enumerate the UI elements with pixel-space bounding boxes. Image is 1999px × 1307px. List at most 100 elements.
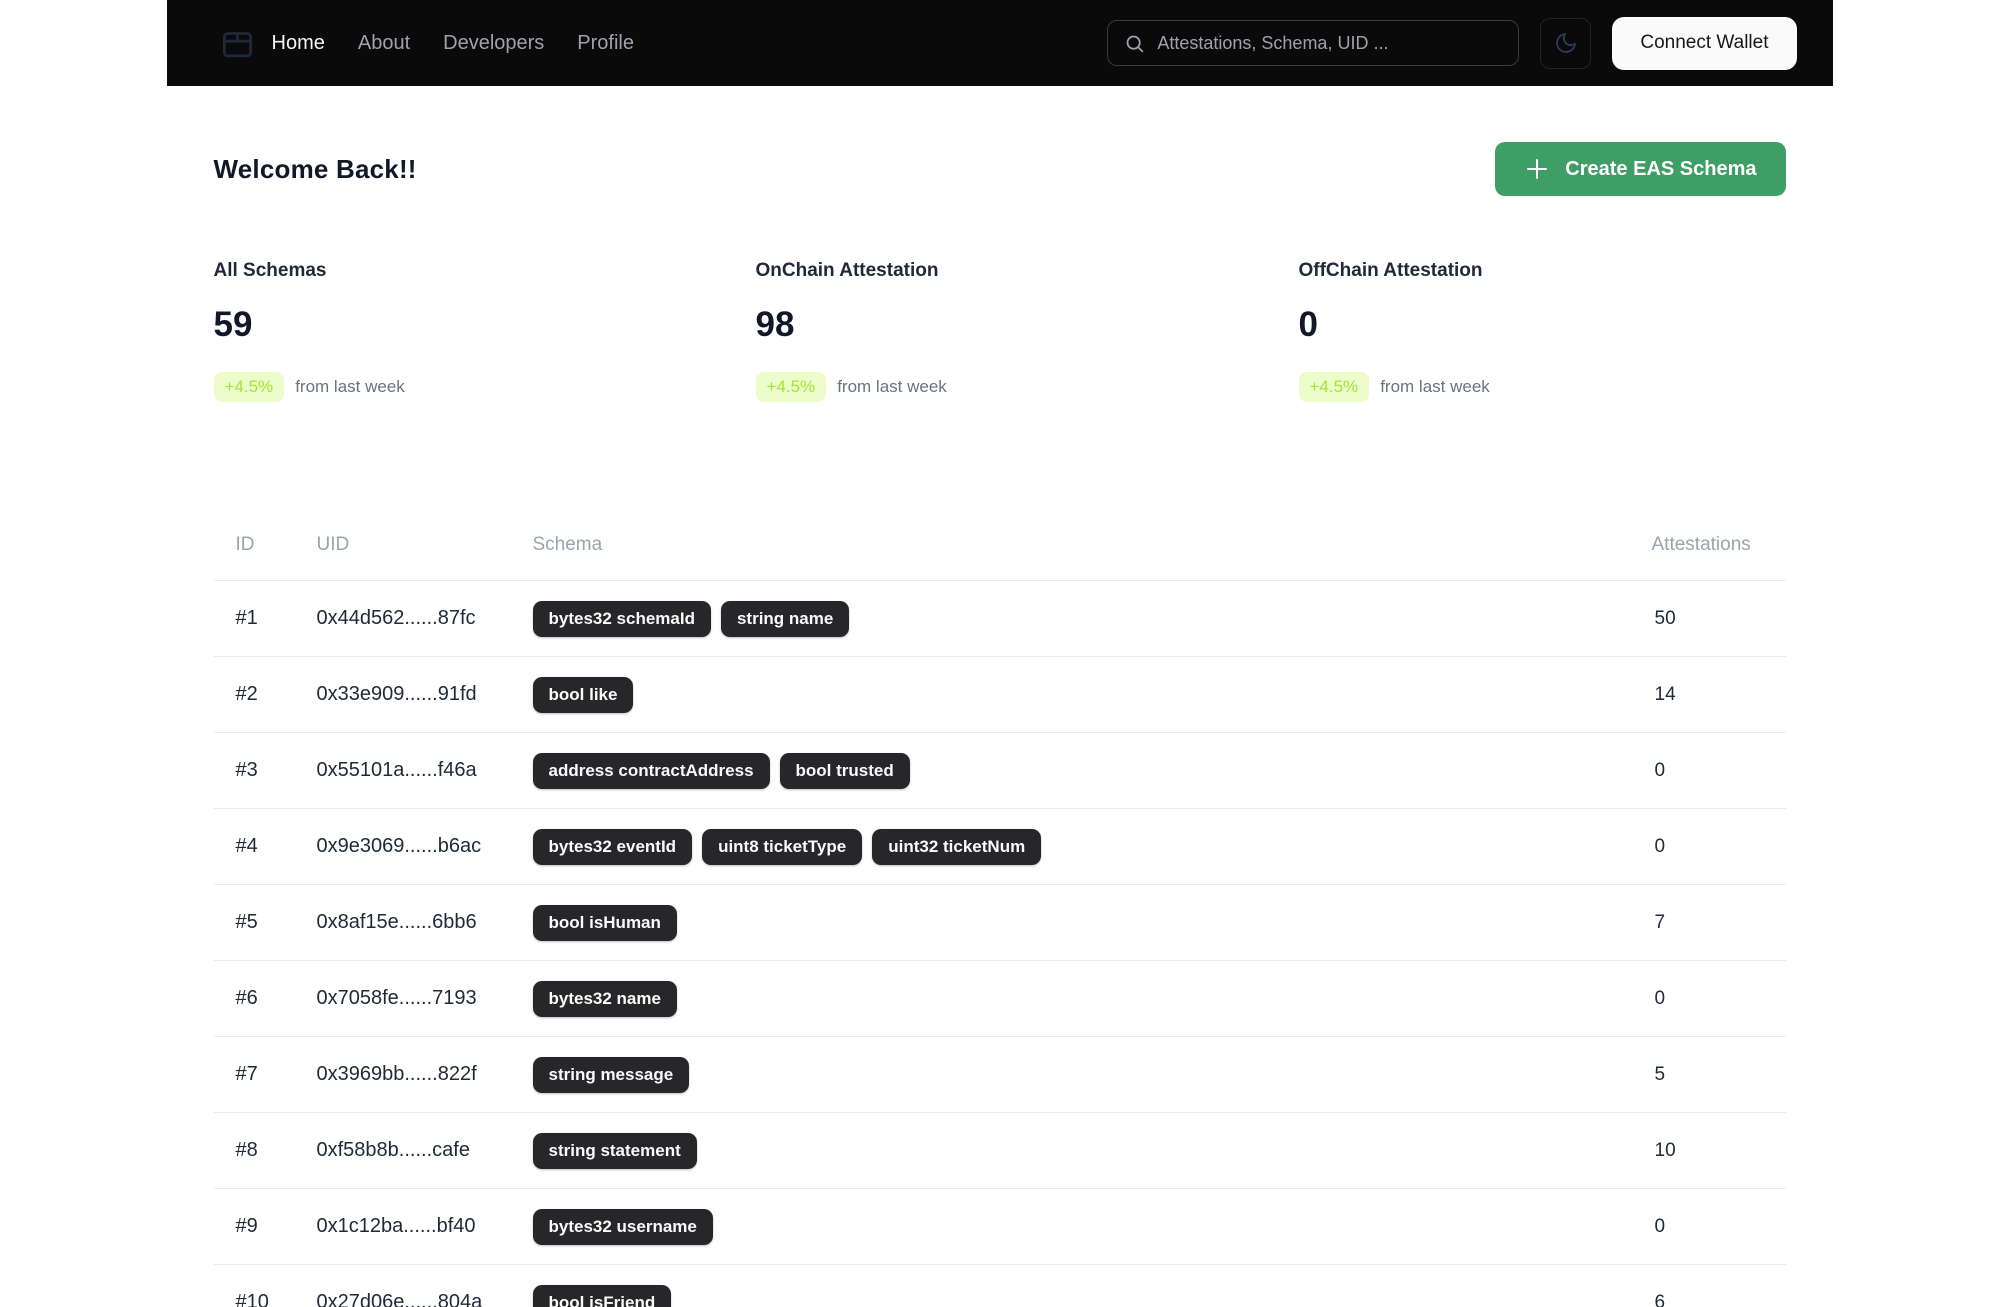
- row-id: #5: [235, 911, 258, 933]
- table-body: #1 0x44d562......87fc bytes32 schemaId stri…: [213, 581, 1786, 1307]
- row-uid: 0x33e909......91fd: [316, 683, 477, 705]
- row-attestations: 0: [1654, 759, 1666, 781]
- moon-icon: [1554, 31, 1578, 55]
- stat-change-badge: +4.5%: [755, 372, 827, 402]
- schema-pill: bytes32 name: [532, 980, 677, 1017]
- row-schema: bytes32 eventId uint8 ticketType uint32 ti…: [532, 828, 1652, 865]
- row-attestations: 50: [1654, 607, 1676, 629]
- schema-pill: string statement: [532, 1132, 697, 1169]
- stat-value: 0: [1298, 305, 1318, 344]
- table-row[interactable]: #5 0x8af15e......6bb6 bool isHuman 7: [213, 885, 1786, 961]
- row-schema: bytes32 name: [532, 980, 1652, 1017]
- theme-toggle-button[interactable]: [1540, 17, 1592, 69]
- row-attestations: 5: [1654, 1063, 1666, 1085]
- table-row[interactable]: #3 0x55101a......f46a address contractAddr…: [213, 733, 1786, 809]
- table-row[interactable]: #7 0x3969bb......822f string message 5: [213, 1037, 1786, 1113]
- row-attestations: 0: [1654, 835, 1666, 857]
- stats-row: All Schemas 59 +4.5% from last week OnChain …: [213, 260, 1786, 402]
- table-row[interactable]: #9 0x1c12ba......bf40 bytes32 username 0: [213, 1189, 1786, 1265]
- stat-value: 98: [755, 305, 795, 344]
- row-attestations: 0: [1654, 1215, 1666, 1237]
- row-attestations: 0: [1654, 987, 1666, 1009]
- stat-card-2: OffChain Attestation 0 +4.5% from last week: [1298, 260, 1786, 402]
- row-schema: bytes32 username: [532, 1208, 1652, 1245]
- row-id: #8: [235, 1139, 258, 1161]
- schema-pill: bool like: [532, 676, 634, 713]
- row-attestations: 6: [1654, 1291, 1666, 1307]
- nav-link-home[interactable]: Home: [272, 32, 325, 55]
- schema-pill: string name: [720, 600, 850, 637]
- page-header: Welcome Back!! Create EAS Schema: [214, 142, 1786, 196]
- row-schema: bytes32 schemaId string name: [532, 600, 1652, 637]
- schema-pill: bytes32 eventId: [532, 828, 693, 865]
- row-schema: address contractAddress bool trusted: [532, 752, 1652, 789]
- row-uid: 0x44d562......87fc: [316, 607, 476, 629]
- nav-links: Home About Developers Profile: [272, 32, 635, 55]
- row-id: #3: [235, 759, 258, 781]
- schema-pill: bool isHuman: [532, 904, 677, 941]
- nav-link-profile[interactable]: Profile: [577, 32, 634, 55]
- search-box[interactable]: [1107, 20, 1520, 66]
- table-header: ID UID Schema Attestations: [213, 534, 1786, 581]
- row-schema: bool isHuman: [532, 904, 1652, 941]
- brand-logo[interactable]: [219, 25, 256, 62]
- column-header-schema: Schema: [532, 534, 603, 555]
- row-attestations: 10: [1654, 1139, 1676, 1161]
- row-uid: 0xf58b8b......cafe: [316, 1139, 470, 1161]
- stat-card-0: All Schemas 59 +4.5% from last week: [213, 260, 756, 402]
- schema-pill: string message: [532, 1056, 690, 1093]
- create-eas-schema-button[interactable]: Create EAS Schema: [1495, 142, 1786, 196]
- stat-label: OnChain Attestation: [755, 260, 939, 281]
- nav-right: Connect Wallet: [1107, 16, 1797, 70]
- stat-label: All Schemas: [213, 260, 327, 281]
- page-title: Welcome Back!!: [213, 153, 417, 184]
- navbar: Home About Developers Profile Connect Walle…: [166, 0, 1833, 86]
- nav-link-about[interactable]: About: [358, 32, 410, 55]
- row-schema: string statement: [532, 1132, 1652, 1169]
- search-input[interactable]: [1157, 32, 1503, 54]
- stat-card-1: OnChain Attestation 98 +4.5% from last week: [755, 260, 1299, 402]
- stat-footer: +4.5% from last week: [213, 372, 756, 402]
- stat-change-badge: +4.5%: [1298, 372, 1370, 402]
- table-row[interactable]: #8 0xf58b8b......cafe string statement 10: [213, 1113, 1786, 1189]
- row-uid: 0x9e3069......b6ac: [316, 835, 482, 857]
- row-uid: 0x55101a......f46a: [316, 759, 477, 781]
- row-id: #4: [235, 835, 258, 857]
- row-uid: 0x1c12ba......bf40: [316, 1215, 476, 1237]
- row-id: #10: [235, 1291, 269, 1307]
- column-header-id: ID: [235, 534, 255, 555]
- row-uid: 0x7058fe......7193: [316, 987, 477, 1009]
- row-id: #2: [235, 683, 258, 705]
- row-id: #9: [235, 1215, 258, 1237]
- plus-icon: [1524, 156, 1550, 182]
- schema-pill: uint32 ticketNum: [872, 828, 1042, 865]
- schema-pill: address contractAddress: [532, 752, 770, 789]
- row-uid: 0x8af15e......6bb6: [316, 911, 477, 933]
- stat-change-note: from last week: [837, 377, 947, 396]
- table-row[interactable]: #1 0x44d562......87fc bytes32 schemaId stri…: [213, 581, 1786, 657]
- row-schema: bool isFriend: [532, 1284, 1652, 1307]
- schema-pill: bool trusted: [779, 752, 910, 789]
- row-attestations: 7: [1654, 911, 1666, 933]
- nav-link-developers[interactable]: Developers: [443, 32, 544, 55]
- stat-label: OffChain Attestation: [1298, 260, 1483, 281]
- table-row[interactable]: #2 0x33e909......91fd bool like 14: [213, 657, 1786, 733]
- package-icon: [219, 25, 256, 62]
- row-id: #1: [235, 607, 258, 629]
- schema-pill: bytes32 schemaId: [532, 600, 711, 637]
- connect-wallet-button[interactable]: Connect Wallet: [1612, 16, 1797, 70]
- stat-footer: +4.5% from last week: [1298, 372, 1786, 402]
- schemas-table: ID UID Schema Attestations #1 0x44d562...…: [213, 534, 1786, 1307]
- create-eas-schema-label: Create EAS Schema: [1565, 157, 1757, 180]
- row-schema: bool like: [532, 676, 1652, 713]
- row-id: #7: [235, 1063, 258, 1085]
- stat-change-note: from last week: [295, 377, 405, 396]
- stat-value: 59: [213, 305, 253, 344]
- main-content: Welcome Back!! Create EAS Schema All Sch…: [213, 142, 1786, 1307]
- table-row[interactable]: #10 0x27d06e......804a bool isFriend 6: [214, 1265, 1786, 1307]
- column-header-uid: UID: [316, 534, 350, 555]
- search-icon: [1124, 33, 1145, 54]
- table-row[interactable]: #4 0x9e3069......b6ac bytes32 eventId uint8…: [213, 809, 1786, 885]
- schema-pill: bool isFriend: [532, 1284, 672, 1307]
- table-row[interactable]: #6 0x7058fe......7193 bytes32 name 0: [213, 961, 1786, 1037]
